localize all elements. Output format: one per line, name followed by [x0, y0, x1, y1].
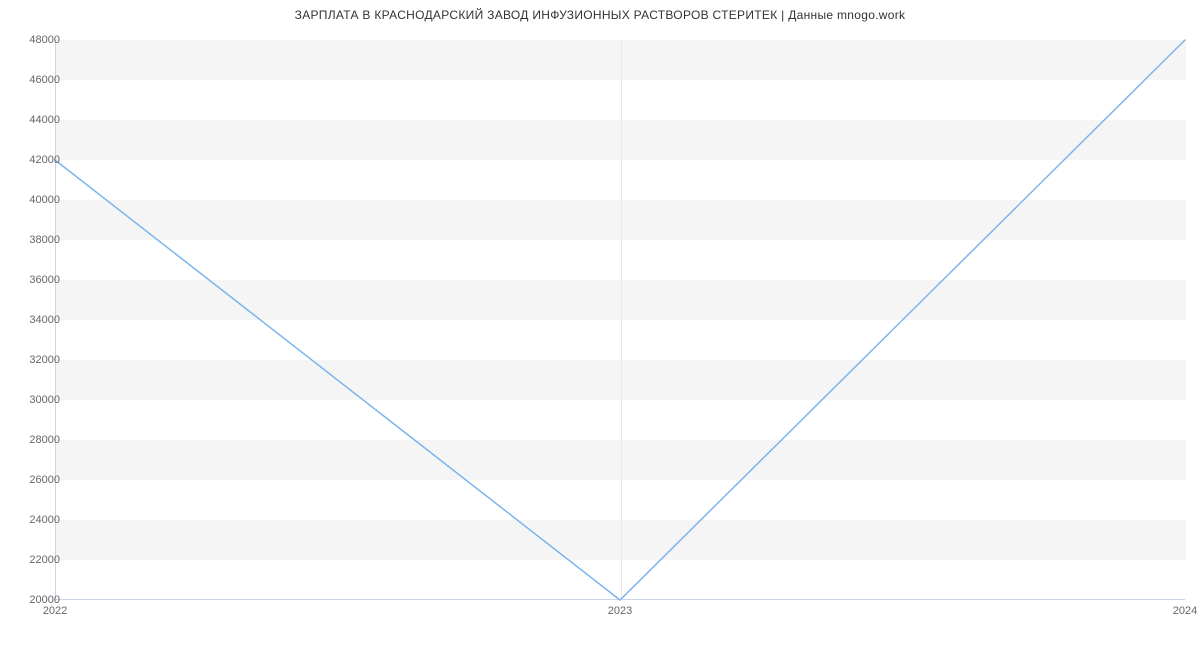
x-axis-tick-label: 2023: [608, 605, 632, 617]
y-axis-tick-label: 26000: [15, 474, 60, 486]
x-axis-tick-label: 2022: [43, 605, 67, 617]
chart-title: ЗАРПЛАТА В КРАСНОДАРСКИЙ ЗАВОД ИНФУЗИОНН…: [0, 8, 1200, 22]
y-axis-tick-label: 38000: [15, 234, 60, 246]
y-axis-tick-label: 28000: [15, 434, 60, 446]
y-axis-tick-label: 46000: [15, 74, 60, 86]
y-axis-tick-label: 30000: [15, 394, 60, 406]
plot-area-wrapper: [55, 40, 1185, 600]
y-axis-tick-label: 42000: [15, 154, 60, 166]
y-axis-tick-label: 32000: [15, 354, 60, 366]
data-line: [55, 40, 1185, 600]
y-axis-tick-label: 24000: [15, 514, 60, 526]
y-axis-tick-label: 44000: [15, 114, 60, 126]
chart-container: ЗАРПЛАТА В КРАСНОДАРСКИЙ ЗАВОД ИНФУЗИОНН…: [0, 0, 1200, 650]
y-axis-tick-label: 48000: [15, 34, 60, 46]
y-axis-tick-label: 34000: [15, 314, 60, 326]
y-axis-tick-label: 22000: [15, 554, 60, 566]
x-axis-tick-label: 2024: [1173, 605, 1197, 617]
y-axis-tick-label: 36000: [15, 274, 60, 286]
y-axis-tick-label: 40000: [15, 194, 60, 206]
